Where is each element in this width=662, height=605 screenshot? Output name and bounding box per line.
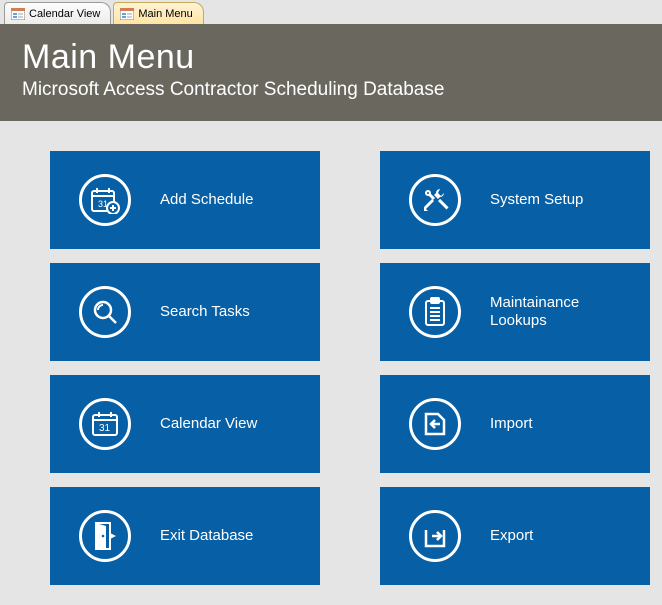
tile-label: Add Schedule xyxy=(160,191,253,209)
header: Main Menu Microsoft Access Contractor Sc… xyxy=(0,24,662,121)
tile-import[interactable]: Import xyxy=(380,375,650,473)
tile-exit-database[interactable]: Exit Database xyxy=(50,487,320,585)
calendar-icon: 31 xyxy=(79,398,131,450)
tile-export[interactable]: Export xyxy=(380,487,650,585)
tile-search-tasks[interactable]: Search Tasks xyxy=(50,263,320,361)
exit-door-icon xyxy=(79,510,131,562)
menu-grid: 31 Add Schedule System Setup xyxy=(0,121,662,605)
tools-icon xyxy=(409,174,461,226)
import-icon xyxy=(409,398,461,450)
calendar-add-icon: 31 xyxy=(79,174,131,226)
export-icon xyxy=(409,510,461,562)
tile-maint-lookups[interactable]: Maintainance Lookups xyxy=(380,263,650,361)
tile-label: Maintainance Lookups xyxy=(490,294,630,330)
tile-calendar-view[interactable]: 31 Calendar View xyxy=(50,375,320,473)
tab-bar: Calendar View Main Menu xyxy=(0,0,662,24)
tile-label: Import xyxy=(490,415,533,433)
tab-label: Main Menu xyxy=(138,8,192,20)
tile-label: Exit Database xyxy=(160,527,253,545)
tile-label: Calendar View xyxy=(160,415,257,433)
tile-label: Search Tasks xyxy=(160,303,250,321)
clipboard-icon xyxy=(409,286,461,338)
page-title: Main Menu xyxy=(22,38,640,77)
tab-main-menu[interactable]: Main Menu xyxy=(113,2,203,24)
tile-label: Export xyxy=(490,527,533,545)
svg-text:31: 31 xyxy=(99,423,111,434)
tab-label: Calendar View xyxy=(29,8,100,20)
form-icon xyxy=(11,8,25,20)
page-subtitle: Microsoft Access Contractor Scheduling D… xyxy=(22,79,640,101)
form-icon xyxy=(120,8,134,20)
tab-calendar-view[interactable]: Calendar View xyxy=(4,2,111,24)
tile-label: System Setup xyxy=(490,191,583,209)
tile-system-setup[interactable]: System Setup xyxy=(380,151,650,249)
tile-add-schedule[interactable]: 31 Add Schedule xyxy=(50,151,320,249)
search-icon xyxy=(79,286,131,338)
